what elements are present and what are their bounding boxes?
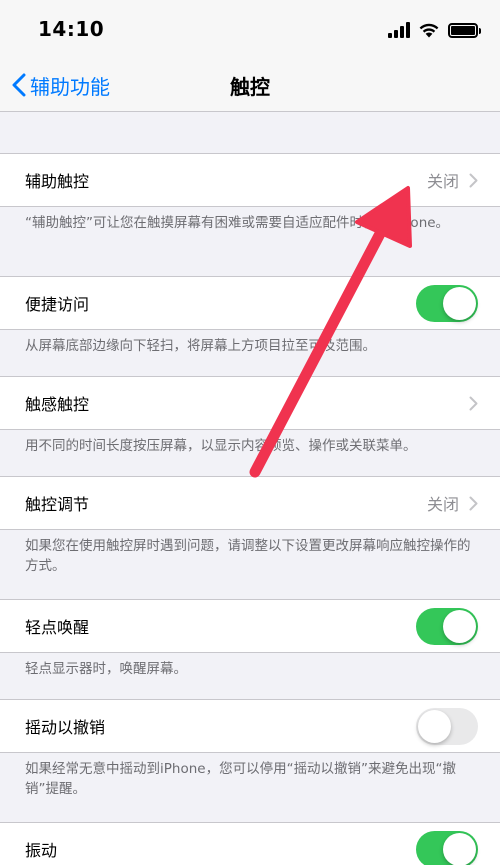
navigation-bar: 辅助功能 触控 [0, 58, 500, 112]
tap-to-wake-row: 轻点唤醒 [0, 599, 500, 653]
touch-accommodations-label: 触控调节 [25, 495, 90, 514]
page-title: 触控 [230, 75, 270, 99]
touch-accommodations-value: 关闭 [426, 495, 459, 514]
shake-to-undo-label: 摇动以撤销 [25, 718, 106, 737]
vibration-row: 振动 [0, 822, 500, 865]
touch-accommodations-row[interactable]: 触控调节 关闭 [0, 476, 500, 530]
reachability-footer: 从屏幕底部边缘向下轻扫，将屏幕上方项目拉至可及范围。 [25, 338, 376, 354]
reachability-row: 便捷访问 [0, 276, 500, 330]
assistive-touch-footer: “辅助触控”可让您在触摸屏幕有困难或需要自适应配件时使用iPhone。 [25, 215, 450, 231]
haptic-touch-row[interactable]: 触感触控 [0, 376, 500, 430]
status-icons [388, 19, 481, 41]
reachability-toggle[interactable] [416, 284, 478, 322]
shake-to-undo-row: 摇动以撤销 [0, 699, 500, 753]
cellular-signal-icon [388, 22, 410, 38]
chevron-right-icon [469, 396, 478, 410]
battery-icon [448, 22, 481, 38]
vibration-label: 振动 [25, 841, 58, 860]
assistive-touch-value: 关闭 [426, 172, 459, 191]
chevron-right-icon [469, 173, 478, 187]
settings-list: 辅助触控 关闭 “辅助触控”可让您在触摸屏幕有困难或需要自适应配件时使用iPho… [0, 112, 500, 865]
tap-to-wake-label: 轻点唤醒 [25, 618, 90, 637]
assistive-touch-label: 辅助触控 [25, 172, 90, 191]
touch-accommodations-footer: 如果您在使用触控屏时遇到问题，请调整以下设置更改屏幕响应触控操作的方式。 [25, 538, 471, 574]
reachability-label: 便捷访问 [25, 295, 90, 314]
vibration-toggle[interactable] [416, 830, 478, 865]
assistive-touch-row[interactable]: 辅助触控 关闭 [0, 153, 500, 207]
tap-to-wake-toggle[interactable] [416, 607, 478, 645]
tap-to-wake-footer: 轻点显示器时，唤醒屏幕。 [25, 661, 187, 677]
haptic-touch-label: 触感触控 [25, 395, 90, 414]
shake-to-undo-footer: 如果经常无意中摇动到iPhone，您可以停用“摇动以撤销”来避免出现“撤销”提醒… [25, 761, 457, 797]
haptic-touch-footer: 用不同的时间长度按压屏幕，以显示内容预览、操作或关联菜单。 [25, 438, 417, 454]
wifi-icon [419, 23, 439, 38]
status-bar: 14:10 [0, 0, 500, 58]
shake-to-undo-toggle[interactable] [416, 707, 478, 745]
chevron-right-icon [469, 496, 478, 510]
status-time: 14:10 [38, 17, 105, 41]
